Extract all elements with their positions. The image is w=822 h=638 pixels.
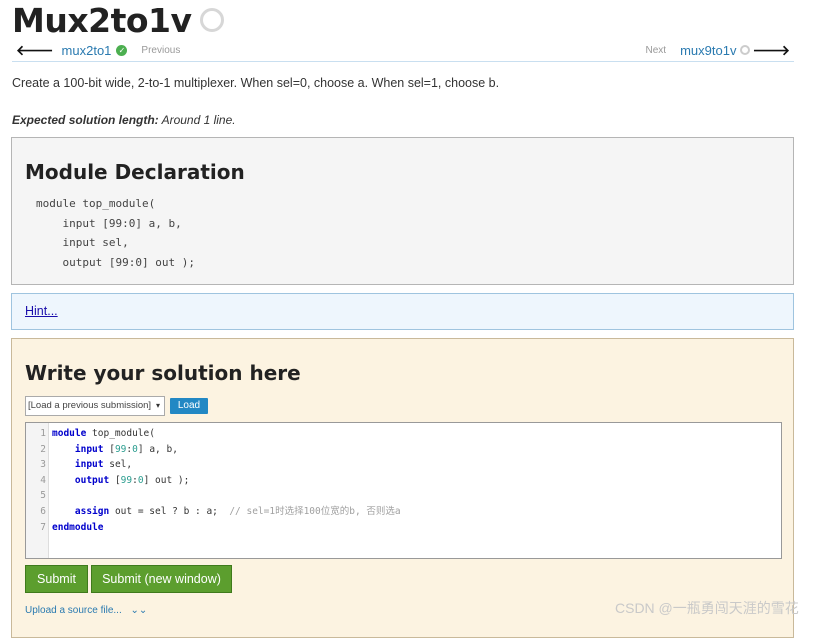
expected-value: Around 1 line. xyxy=(161,113,236,127)
submit-new-window-button[interactable]: Submit (new window) xyxy=(91,565,232,593)
next-nav: Next mux9to1v 🡒 xyxy=(646,42,790,58)
expected-label: Expected solution length: xyxy=(12,113,159,127)
code-text: endmodule xyxy=(52,520,103,536)
code-text: input sel, xyxy=(52,457,132,473)
expected-solution-length: Expected solution length: Around 1 line. xyxy=(12,113,236,127)
problem-navigation: 🡐 mux2to1 ✓ Previous Next mux9to1v 🡒 xyxy=(12,41,794,62)
code-keyword: output xyxy=(74,474,110,486)
code-keyword: input xyxy=(74,443,104,455)
title-row: Mux2to1v xyxy=(12,0,224,40)
code-comment: // sel=1时选择100位宽的b, 否则选a xyxy=(229,506,401,517)
code-token: ] a, b, xyxy=(137,443,178,455)
problem-description: Create a 100-bit wide, 2-to-1 multiplexe… xyxy=(12,76,500,90)
load-button[interactable]: Load xyxy=(170,398,208,414)
module-declaration-code: module top_module( input [99:0] a, b, in… xyxy=(36,197,195,269)
line-number: 6 xyxy=(40,506,46,517)
completed-check-icon: ✓ xyxy=(116,44,128,56)
code-keyword: assign xyxy=(74,506,110,517)
module-declaration-heading: Module Declaration xyxy=(25,160,245,184)
upload-source-file-link[interactable]: Upload a source file... xyxy=(25,605,122,616)
next-problem-link[interactable]: mux9to1v xyxy=(680,43,736,58)
code-token: ] out ); xyxy=(143,474,190,486)
previous-problem-link[interactable]: mux2to1 xyxy=(62,43,112,58)
code-token: out = sel ? b : a; xyxy=(109,506,230,517)
upload-source-file: Upload a source file... ⌄⌄ xyxy=(25,605,147,616)
code-token: sel, xyxy=(103,459,133,471)
watermark: CSDN @一瓶勇闯天涯的雪花 xyxy=(615,600,799,616)
module-declaration-box: Module Declaration module top_module( in… xyxy=(11,137,794,285)
code-text: module top_module( xyxy=(52,426,155,442)
incomplete-circle-icon xyxy=(740,45,751,55)
code-text: output [99:0] out ); xyxy=(52,473,189,489)
hint-link[interactable]: Hint... xyxy=(25,304,58,318)
code-token: top_module( xyxy=(86,428,155,439)
code-number: 99 xyxy=(120,474,133,486)
code-text: input [99:0] a, b, xyxy=(52,442,178,458)
solution-box: Write your solution here [Load a previou… xyxy=(11,338,794,638)
arrow-left-icon[interactable]: 🡐 xyxy=(16,42,54,58)
caret-down-icon: ▾ xyxy=(155,401,160,410)
code-number: 99 xyxy=(114,443,127,455)
incomplete-status-circle-icon xyxy=(199,8,224,32)
line-number: 1 xyxy=(40,428,46,439)
previous-nav: 🡐 mux2to1 ✓ Previous xyxy=(16,42,180,58)
code-text: assign out = sel ? b : a; // sel=1时选择100… xyxy=(52,504,401,520)
hint-box: Hint... xyxy=(11,293,794,330)
code-keyword: module xyxy=(52,428,87,439)
previous-submission-select[interactable]: [Load a previous submission] ▾ xyxy=(25,396,165,416)
code-token: [ xyxy=(103,443,115,455)
code-keyword: input xyxy=(74,459,104,471)
line-number: 3 xyxy=(40,459,46,471)
next-label[interactable]: Next xyxy=(646,45,667,56)
line-number: 5 xyxy=(40,490,46,502)
previous-label[interactable]: Previous xyxy=(141,45,180,56)
code-token: [ xyxy=(109,474,121,486)
arrow-right-icon[interactable]: 🡒 xyxy=(752,42,790,58)
solution-heading: Write your solution here xyxy=(25,361,301,385)
code-keyword: endmodule xyxy=(52,521,104,533)
page-title: Mux2to1v xyxy=(12,0,192,40)
code-editor[interactable]: 1 module top_module( 2 input [99:0] a, b, 3… xyxy=(25,422,782,559)
line-number: 7 xyxy=(40,521,46,533)
submit-button[interactable]: Submit xyxy=(25,565,88,593)
line-number: 4 xyxy=(40,474,46,486)
expand-chevron-icon[interactable]: ⌄⌄ xyxy=(131,605,148,616)
line-number: 2 xyxy=(40,443,46,455)
previous-submission-select-value: [Load a previous submission] xyxy=(28,400,152,411)
